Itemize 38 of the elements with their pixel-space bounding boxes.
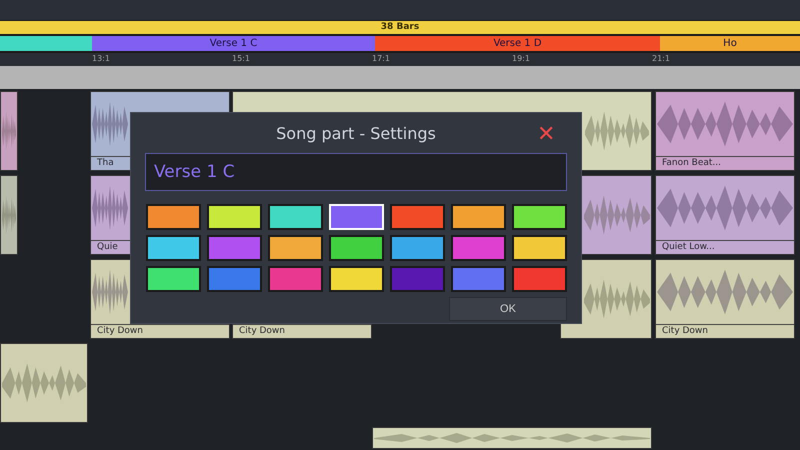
- song-part[interactable]: Ho: [660, 36, 800, 51]
- color-swatch[interactable]: [329, 235, 384, 261]
- audio-clip[interactable]: Fanon Beat...: [655, 91, 795, 171]
- song-length-label: 38 Bars: [380, 22, 420, 32]
- clip-name: City Down: [91, 324, 229, 338]
- color-swatch[interactable]: [390, 204, 445, 230]
- song-part[interactable]: Verse 1 D: [375, 36, 660, 51]
- color-swatch[interactable]: [146, 266, 201, 292]
- color-swatch[interactable]: [207, 204, 262, 230]
- bar-number: 19:1: [512, 54, 530, 63]
- name-field[interactable]: Verse 1 C: [145, 153, 567, 191]
- color-swatch[interactable]: [207, 266, 262, 292]
- color-swatch[interactable]: [451, 266, 506, 292]
- color-swatch[interactable]: [451, 204, 506, 230]
- color-swatch[interactable]: [268, 266, 323, 292]
- color-swatch[interactable]: [268, 204, 323, 230]
- audio-clip[interactable]: Quiet Low...: [655, 175, 795, 255]
- ok-button[interactable]: OK: [449, 297, 567, 321]
- color-swatch[interactable]: [329, 266, 384, 292]
- bar-number: 13:1: [92, 54, 110, 63]
- color-swatch[interactable]: [512, 235, 567, 261]
- color-swatch[interactable]: [268, 235, 323, 261]
- audio-clip[interactable]: City Down: [655, 259, 795, 339]
- song-part[interactable]: Verse 1 C: [92, 36, 375, 51]
- color-swatch[interactable]: [451, 235, 506, 261]
- bar-number: 21:1: [652, 54, 670, 63]
- dialog-title: Song part - Settings: [276, 124, 436, 142]
- color-swatch[interactable]: [146, 235, 201, 261]
- clip-name: City Down: [656, 324, 794, 338]
- color-swatch[interactable]: [390, 235, 445, 261]
- clip-name: City Down: [233, 324, 371, 338]
- color-swatch[interactable]: [146, 204, 201, 230]
- color-swatch[interactable]: [207, 235, 262, 261]
- color-swatch[interactable]: [512, 204, 567, 230]
- bar-number: 15:1: [232, 54, 250, 63]
- color-swatch[interactable]: [512, 266, 567, 292]
- bar-number: 17:1: [372, 54, 390, 63]
- color-swatch[interactable]: [390, 266, 445, 292]
